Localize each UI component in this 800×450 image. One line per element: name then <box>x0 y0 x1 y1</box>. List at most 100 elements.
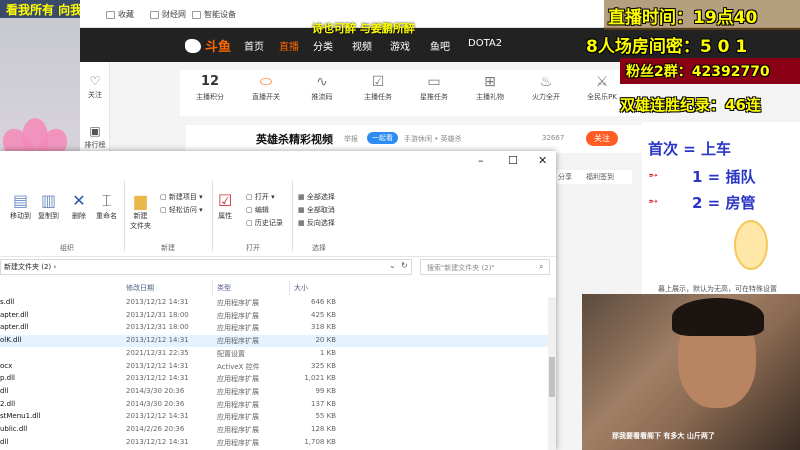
select-none-button[interactable]: ▦ 全部取消 <box>298 205 335 215</box>
group-new: 新建 <box>161 244 175 252</box>
close-icon[interactable]: ✕ <box>538 154 547 167</box>
file-size: 318 KB <box>311 323 336 332</box>
tool-star-task[interactable]: ▭ 星推任务 <box>408 74 460 102</box>
maximize-icon[interactable]: ☐ <box>508 154 518 167</box>
report-link[interactable]: 举报 <box>344 134 358 144</box>
heart-icon: ♡ <box>89 74 101 88</box>
delete-button[interactable]: ✕ 删除 <box>72 191 86 221</box>
move-to-button[interactable]: ▤ 移动到 <box>10 191 31 221</box>
fish-icon <box>185 38 201 53</box>
column-divider[interactable] <box>289 281 290 295</box>
tool-anchor-task[interactable]: ☑ 主播任务 <box>352 74 404 102</box>
camera-video: 那我要看看阁下 有多大 山斤两了 <box>582 294 800 450</box>
file-size: 325 KB <box>311 361 336 370</box>
table-row[interactable]: ublic.dll 2014/2/26 20:36 应用程序扩展 128 KB <box>0 424 548 436</box>
room-title: 英雄杀精彩视频 <box>256 133 333 146</box>
file-size: 1,021 KB <box>304 374 336 383</box>
table-row[interactable]: 2021/12/31 22:35 配置设置 1 KB <box>0 348 548 360</box>
sidebar-item-follow[interactable]: ♡ 关注 <box>83 74 107 100</box>
table-row[interactable]: apter.dll 2013/12/31 18:00 应用程序扩展 425 KB <box>0 310 548 322</box>
gift-icon: ⊞ <box>484 74 496 90</box>
group-organize: 组织 <box>60 244 74 252</box>
tool-fire[interactable]: ♨ 火力全开 <box>520 74 572 102</box>
open-button[interactable]: ▢ 打开 ▾ <box>246 192 275 202</box>
edit-button[interactable]: ▢ 编辑 <box>246 205 269 215</box>
search-box[interactable]: 搜索"新建文件夹 (2)" ⌕ <box>420 259 550 275</box>
tool-stream-key[interactable]: ∿ 推流码 <box>296 74 348 102</box>
tool-live-switch[interactable]: ⬭ 直播开关 <box>240 74 292 102</box>
minimize-icon[interactable]: – <box>478 154 484 167</box>
file-size: 55 KB <box>315 412 336 421</box>
column-type[interactable]: 类型 <box>217 283 231 293</box>
file-explorer-window: – ☐ ✕ ⌄ ? ▤移动到 ▥复制到 ✕删除 ⌶重命名 组织 ▆新建 文件夹 … <box>0 151 556 450</box>
tool-points[interactable]: 12 主播积分 <box>184 74 236 102</box>
search-icon: ⌕ <box>539 262 544 271</box>
new-folder-button[interactable]: ▆ 新建 文件夹 <box>130 191 151 231</box>
properties-button[interactable]: ☑ 属性 <box>218 191 232 221</box>
table-row[interactable]: dll 2014/3/30 20:36 应用程序扩展 99 KB <box>0 386 548 398</box>
rename-button[interactable]: ⌶ 重命名 <box>96 191 117 221</box>
vertical-scrollbar[interactable] <box>548 297 556 450</box>
file-date: 2021/12/31 22:35 <box>126 348 189 357</box>
refresh-icon[interactable]: ↻ <box>401 261 408 270</box>
file-date: 2013/12/12 14:31 <box>126 437 189 446</box>
search-input[interactable]: 搜索"新建文件夹 (2)" <box>427 263 495 273</box>
bookmark-finance[interactable]: 财经网 <box>150 9 186 20</box>
scrollbar-thumb[interactable] <box>549 357 555 397</box>
nav-fishbar[interactable]: 鱼吧 <box>430 38 450 53</box>
watch-together-badge[interactable]: 一起看 <box>367 132 398 144</box>
column-size[interactable]: 大小 <box>294 283 308 293</box>
table-row[interactable]: 2.dll 2014/3/30 20:36 应用程序扩展 137 KB <box>0 399 548 411</box>
invert-selection-button[interactable]: ▦ 反向选择 <box>298 218 335 228</box>
sidebar-item-rank[interactable]: ▣ 排行榜 <box>83 124 107 150</box>
wave-icon: ∿ <box>316 74 328 90</box>
room-category[interactable]: 手游休闲 • 英雄杀 <box>404 134 462 144</box>
nav-home[interactable]: 首页 <box>244 38 264 53</box>
easy-access-button[interactable]: ▢ 轻松访问 ▾ <box>160 205 203 215</box>
mascot-icon <box>734 220 768 270</box>
select-all-button[interactable]: ▦ 全部选择 <box>298 192 335 202</box>
bookmark-devices[interactable]: 智能设备 <box>192 9 236 20</box>
explorer-titlebar[interactable]: – ☐ ✕ ⌄ ? <box>0 151 556 186</box>
copy-to-button[interactable]: ▥ 复制到 <box>38 191 59 221</box>
table-row[interactable]: stMenu1.dll 2013/12/12 14:31 应用程序扩展 55 KB <box>0 411 548 423</box>
table-row[interactable]: dll 2013/12/12 14:31 应用程序扩展 1,708 KB <box>0 437 548 449</box>
file-type: 应用程序扩展 <box>217 400 259 409</box>
address-bar[interactable]: 新建文件夹 (2) › ⌄ ↻ <box>0 259 412 275</box>
nav-games[interactable]: 游戏 <box>390 38 410 53</box>
rank-icon: ▣ <box>89 124 101 138</box>
sign-button[interactable]: 福利签到 <box>586 172 614 182</box>
ad-icon: ▭ <box>427 74 441 90</box>
rule-line-2: 1 = 插队 <box>692 168 756 186</box>
file-name: ocx <box>0 361 13 370</box>
file-size: 425 KB <box>311 310 336 319</box>
nav-live[interactable]: 直播 <box>279 38 299 53</box>
file-type: 应用程序扩展 <box>217 375 259 384</box>
table-row[interactable]: ocx 2013/12/12 14:31 ActiveX 控件 325 KB <box>0 361 548 373</box>
column-divider[interactable] <box>212 281 213 295</box>
file-type: 应用程序扩展 <box>217 438 259 447</box>
follow-button[interactable]: 关注 <box>586 131 618 146</box>
table-row[interactable]: olK.dll 2013/12/12 14:31 应用程序扩展 20 KB <box>0 335 548 348</box>
file-size: 646 KB <box>311 298 336 306</box>
new-item-button[interactable]: ▢ 新建项目 ▾ <box>160 192 203 202</box>
toggle-icon: ⬭ <box>260 74 272 90</box>
chevron-down-icon[interactable]: ⌄ <box>389 261 396 270</box>
nav-dota2[interactable]: DOTA2 <box>468 38 502 49</box>
column-date[interactable]: 修改日期 <box>126 283 154 293</box>
nav-video[interactable]: 视频 <box>352 38 372 53</box>
tool-gift[interactable]: ⊞ 主播礼物 <box>464 74 516 102</box>
table-row[interactable]: p.dll 2013/12/12 14:31 应用程序扩展 1,021 KB <box>0 373 548 385</box>
delete-icon: ✕ <box>72 191 86 210</box>
history-button[interactable]: ▢ 历史记录 <box>246 218 283 228</box>
table-row[interactable]: s.dll 2013/12/12 14:31 应用程序扩展 646 KB <box>0 297 548 309</box>
share-button[interactable]: 分享 <box>558 172 572 182</box>
file-name: stMenu1.dll <box>0 412 41 421</box>
douyu-logo[interactable]: 斗鱼 <box>185 36 231 55</box>
table-row[interactable]: apter.dll 2013/12/31 18:00 应用程序扩展 318 KB <box>0 322 548 334</box>
file-date: 2014/3/30 20:36 <box>126 399 185 408</box>
nav-category[interactable]: 分类 <box>313 38 333 53</box>
rules-panel: 首次 = 上车 1 = 插队 2 = 房管 ➵ ➵ 暮上展示，默认为无高，可在特… <box>642 122 800 294</box>
file-name: dll <box>0 437 9 446</box>
bookmark-favorites[interactable]: 收藏 <box>106 9 134 20</box>
